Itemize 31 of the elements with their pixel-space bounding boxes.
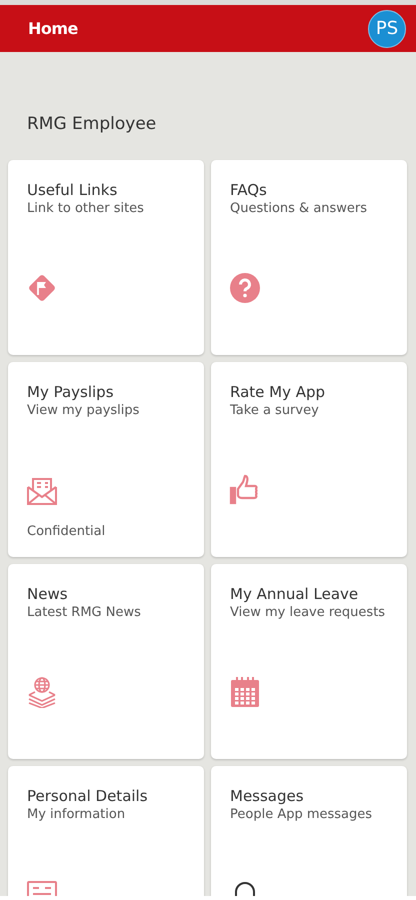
tile-card[interactable]: Rate My App Take a survey xyxy=(211,362,407,557)
tile-card[interactable]: FAQs Questions & answers xyxy=(211,160,407,355)
tile-subtitle: View my leave requests xyxy=(230,604,386,622)
tile-card[interactable]: News Latest RMG News xyxy=(8,564,204,759)
tile-subtitle: People App messages xyxy=(230,806,374,824)
tile-note: Confidential xyxy=(27,524,106,539)
tile-title: My Payslips xyxy=(27,382,115,402)
tile-card[interactable]: Personal Details My information xyxy=(8,766,204,896)
tile-subtitle: My information xyxy=(27,806,126,824)
user-role: RMG Employee xyxy=(27,114,156,134)
tile-card[interactable]: Messages People App messages xyxy=(211,766,407,896)
tile-card[interactable]: My Annual Leave View my leave requests xyxy=(211,564,407,759)
tile-title: Personal Details xyxy=(27,786,149,806)
tile-title: FAQs xyxy=(230,180,268,200)
calendar-icon xyxy=(229,676,261,708)
user-avatar[interactable]: PS xyxy=(368,10,406,48)
tile-title: Rate My App xyxy=(230,382,326,402)
tile-card[interactable]: My Payslips View my payslips Confidential xyxy=(8,362,204,557)
tile-subtitle: View my payslips xyxy=(27,402,140,420)
tile-subtitle: Link to other sites xyxy=(27,200,145,218)
tile-title: Messages xyxy=(230,786,305,806)
help-icon xyxy=(229,272,261,304)
tile-subtitle: Latest RMG News xyxy=(27,604,142,622)
tile-title: My Annual Leave xyxy=(230,584,360,604)
tile-card[interactable]: Useful Links Link to other sites xyxy=(8,160,204,355)
tile-title: Useful Links xyxy=(27,180,118,200)
tile-title: News xyxy=(27,584,69,604)
tile-subtitle: Take a survey xyxy=(230,402,320,420)
page-title: Home xyxy=(28,19,78,38)
globe-layers-icon xyxy=(26,676,58,708)
tile-subtitle: Questions & answers xyxy=(230,200,368,218)
